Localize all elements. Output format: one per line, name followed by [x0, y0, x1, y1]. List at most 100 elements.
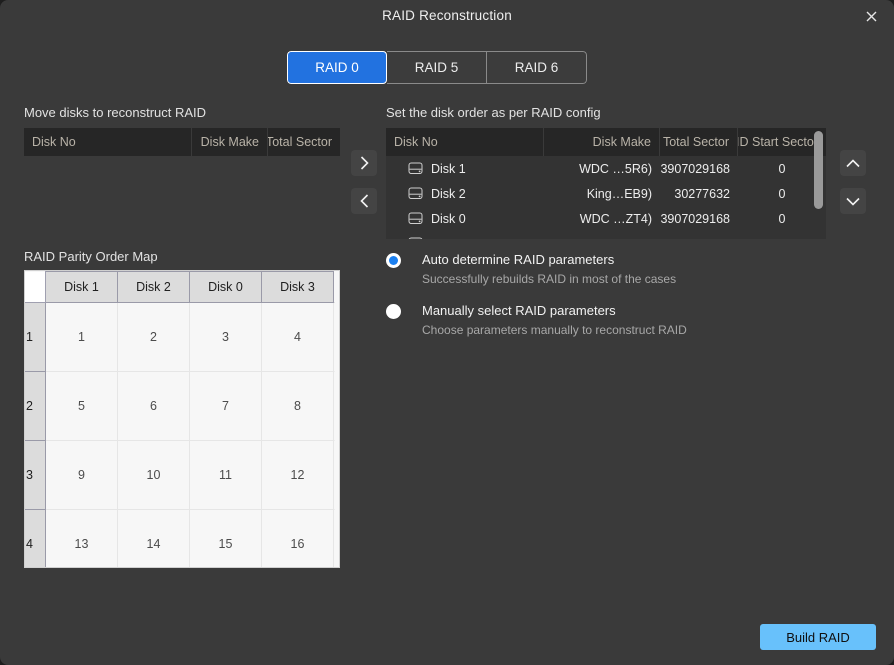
radio-manual-label: Manually select RAID parameters — [422, 303, 616, 318]
parity-cell[interactable]: 14 — [117, 509, 190, 567]
chevron-up-icon[interactable] — [840, 150, 866, 176]
chevron-left-glyph — [359, 194, 368, 208]
cell-raid-start-sector: 0 — [778, 186, 786, 201]
close-glyph — [866, 11, 876, 21]
parity-col-header-3[interactable]: Disk 3 — [261, 271, 334, 303]
column-header-raid-start-sector[interactable]: RAID Start Sector — [738, 128, 826, 156]
parity-cell[interactable]: 15 — [189, 509, 262, 567]
parity-cell[interactable]: 11 — [189, 440, 262, 510]
parity-row-spacer — [333, 371, 335, 441]
radio-manual-select[interactable]: Manually select RAID parameters Choose p… — [386, 302, 806, 337]
column-header-disk-make[interactable]: Disk Make — [544, 128, 660, 156]
parity-row-header-1[interactable]: 2 — [25, 371, 46, 441]
parity-cell[interactable]: 9 — [45, 440, 118, 510]
table-row-partial[interactable] — [386, 231, 826, 239]
table-row[interactable]: Disk 2 King…EB9) 30277632 0 — [386, 181, 826, 206]
close-icon[interactable] — [858, 4, 884, 28]
raid-order-body: Disk 1 WDC …5R6) 3907029168 0 Disk 2 Kin… — [386, 156, 826, 239]
parity-map-row: 4 13 14 15 16 — [25, 509, 335, 567]
parity-cell[interactable]: 5 — [45, 371, 118, 441]
cell-total-sector: 3907029168 — [660, 211, 730, 226]
parity-cell[interactable]: 12 — [261, 440, 334, 510]
title-bar: RAID Reconstruction — [0, 0, 894, 32]
build-raid-button[interactable]: Build RAID — [760, 624, 876, 650]
cell-disk-no — [386, 237, 544, 239]
disk-no-label: Disk 2 — [431, 186, 466, 201]
parity-row-spacer — [333, 440, 335, 510]
cell-total-sector: 30277632 — [674, 186, 730, 201]
tab-raid-5[interactable]: RAID 5 — [387, 51, 487, 84]
raid-level-selector: RAID 0 RAID 5 RAID 6 — [287, 51, 587, 84]
parity-row-header-3[interactable]: 4 — [25, 509, 46, 567]
column-header-disk-make[interactable]: Disk Make — [192, 128, 268, 156]
cell-disk-no: Disk 2 — [386, 187, 544, 201]
radio-auto-determine[interactable]: Auto determine RAID parameters Successfu… — [386, 251, 806, 286]
parity-row-spacer — [333, 509, 335, 567]
parity-header-spacer — [333, 271, 335, 303]
cell-disk-no: Disk 1 — [386, 162, 544, 176]
radio-indicator-manual[interactable] — [386, 304, 401, 319]
raid-parameter-options: Auto determine RAID parameters Successfu… — [386, 251, 806, 353]
column-header-disk-no[interactable]: Disk No — [386, 128, 544, 156]
parity-cell[interactable]: 4 — [261, 302, 334, 372]
raid-parity-order-map[interactable]: Disk 1 Disk 2 Disk 0 Disk 3 1 1 2 3 4 2 … — [24, 270, 340, 568]
tab-raid-6[interactable]: RAID 6 — [487, 51, 587, 84]
cell-disk-no: Disk 0 — [386, 212, 544, 226]
parity-cell[interactable]: 3 — [189, 302, 262, 372]
hard-disk-icon — [408, 162, 423, 174]
table-row[interactable]: Disk 0 WDC …ZT4) 3907029168 0 — [386, 206, 826, 231]
parity-cell[interactable]: 8 — [261, 371, 334, 441]
scrollbar-thumb[interactable] — [814, 131, 823, 209]
parity-cell[interactable]: 2 — [117, 302, 190, 372]
cell-disk-make: WDC …ZT4) — [579, 211, 652, 226]
radio-auto-subtitle: Successfully rebuilds RAID in most of th… — [422, 272, 677, 286]
parity-map-row: 1 1 2 3 4 — [25, 302, 335, 372]
parity-cell[interactable]: 16 — [261, 509, 334, 567]
radio-manual-subtitle: Choose parameters manually to reconstruc… — [422, 323, 687, 337]
tab-raid-0[interactable]: RAID 0 — [287, 51, 387, 84]
cell-raid-start-sector: 0 — [778, 161, 786, 176]
cell-raid-start-sector: 0 — [778, 211, 786, 226]
parity-map-table: Disk 1 Disk 2 Disk 0 Disk 3 1 1 2 3 4 2 … — [25, 271, 335, 567]
disk-no-label: Disk 0 — [431, 211, 466, 226]
parity-cell[interactable]: 10 — [117, 440, 190, 510]
parity-map-label: RAID Parity Order Map — [24, 249, 158, 264]
hard-disk-icon — [408, 212, 423, 224]
parity-col-header-1[interactable]: Disk 2 — [117, 271, 190, 303]
cell-disk-make: WDC …5R6) — [579, 161, 652, 176]
available-disks-table[interactable]: Disk No Disk Make Total Sector — [24, 128, 340, 239]
cell-total-sector: 3907029168 — [660, 161, 730, 176]
parity-map-row: 3 9 10 11 12 — [25, 440, 335, 510]
column-header-total-sector[interactable]: Total Sector — [660, 128, 738, 156]
left-panel-label: Move disks to reconstruct RAID — [24, 105, 207, 120]
chevron-down-glyph — [846, 197, 860, 206]
disk-no-label: Disk 1 — [431, 161, 466, 176]
available-disks-header: Disk No Disk Make Total Sector — [24, 128, 340, 156]
parity-col-header-0[interactable]: Disk 1 — [45, 271, 118, 303]
chevron-down-icon[interactable] — [840, 188, 866, 214]
column-header-disk-no[interactable]: Disk No — [24, 128, 192, 156]
parity-col-header-2[interactable]: Disk 0 — [189, 271, 262, 303]
radio-indicator-auto[interactable] — [386, 253, 401, 268]
chevron-right-icon[interactable] — [351, 150, 377, 176]
raid-reconstruction-dialog: RAID Reconstruction RAID 0 RAID 5 RAID 6… — [0, 0, 894, 665]
parity-cell[interactable]: 6 — [117, 371, 190, 441]
parity-cell[interactable]: 13 — [45, 509, 118, 567]
radio-auto-label: Auto determine RAID parameters — [422, 252, 615, 267]
parity-row-header-2[interactable]: 3 — [25, 440, 46, 510]
available-disks-body — [24, 156, 340, 239]
right-panel-label: Set the disk order as per RAID config — [386, 105, 601, 120]
raid-order-disks-table[interactable]: Disk No Disk Make Total Sector RAID Star… — [386, 128, 826, 239]
raid-order-header: Disk No Disk Make Total Sector RAID Star… — [386, 128, 826, 156]
cell-disk-make: King…EB9) — [586, 186, 652, 201]
parity-cell[interactable]: 7 — [189, 371, 262, 441]
hard-disk-icon — [408, 237, 423, 239]
parity-row-header-0[interactable]: 1 — [25, 302, 46, 372]
column-header-total-sector[interactable]: Total Sector — [268, 128, 340, 156]
parity-cell[interactable]: 1 — [45, 302, 118, 372]
parity-row-spacer — [333, 302, 335, 372]
page-title: RAID Reconstruction — [382, 8, 512, 23]
chevron-left-icon[interactable] — [351, 188, 377, 214]
table-row[interactable]: Disk 1 WDC …5R6) 3907029168 0 — [386, 156, 826, 181]
table-scrollbar[interactable] — [814, 131, 823, 236]
